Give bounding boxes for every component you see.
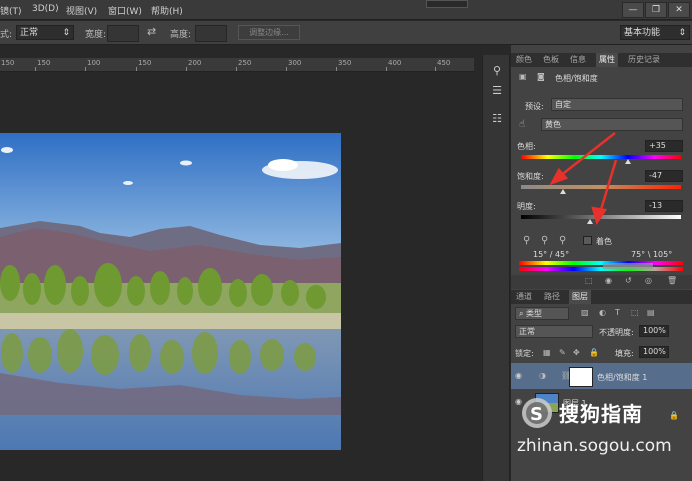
annotation-arrow-lightness (598, 159, 618, 214)
watermark-url: zhinan.sogou.com (517, 436, 672, 456)
sogou-logo-icon: S (522, 398, 552, 428)
annotation-arrowhead (591, 206, 608, 225)
svg-text:S: S (530, 404, 543, 425)
annotation-arrow-hue (559, 132, 616, 177)
sogou-watermark: S 搜狗指南 zhinan.sogou.com (515, 396, 690, 458)
watermark-brand: 搜狗指南 (559, 402, 643, 426)
